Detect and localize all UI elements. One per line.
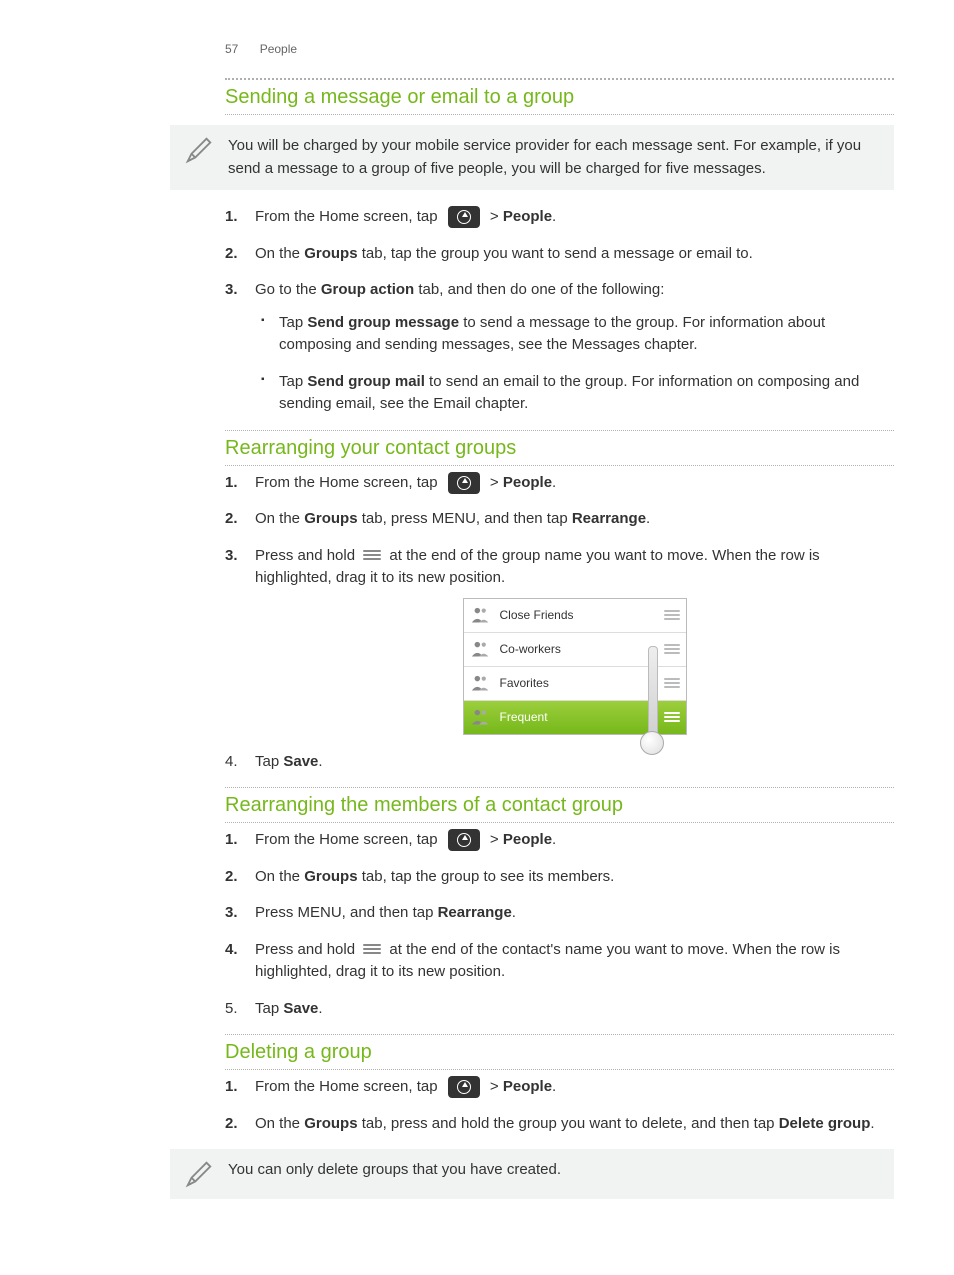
step-3: 3. Go to the Group action tab, and then … [225,279,894,416]
bullet-2: Tap Send group mail to send an email to … [255,371,894,416]
section-rearranging-groups: Rearranging your contact groups 1. From … [60,430,894,774]
page-number: 57 [225,42,238,56]
step-2: 2. On the Groups tab, tap the group you … [225,243,894,266]
note-text: You will be charged by your mobile servi… [228,135,880,180]
step-2: 2. On the Groups tab, press and hold the… [225,1113,894,1136]
group-label: Favorites [500,674,664,692]
section-title: Deleting a group [225,1037,378,1067]
apps-icon [448,829,480,851]
drag-handle-icon [664,712,680,722]
pencil-icon [184,135,214,165]
step-1: 1. From the Home screen, tap > People. [225,829,894,852]
step-2: 2. On the Groups tab, tap the group to s… [225,866,894,889]
group-label: Co-workers [500,640,664,658]
section-deleting-group: Deleting a group 1. From the Home screen… [60,1034,894,1199]
step-4: 4. Press and hold at the end of the cont… [225,939,894,984]
drag-handle-icon [664,678,680,688]
group-icon [470,640,492,658]
step-1: 1. From the Home screen, tap > People. [225,206,894,229]
step-5: 5. Tap Save. [225,998,894,1021]
apps-icon [448,206,480,228]
note-text: You can only delete groups that you have… [228,1159,880,1182]
section-title: Rearranging your contact groups [225,433,522,463]
group-label: Frequent [500,708,664,726]
chapter-name: People [260,42,297,56]
apps-icon [448,472,480,494]
page-header: 57 People [60,40,894,58]
groups-list-screenshot: Close Friends Co-workers Favorites [463,598,687,735]
step-2: 2. On the Groups tab, press MENU, and th… [225,508,894,531]
group-icon [470,606,492,624]
step-3: 3. Press and hold at the end of the grou… [225,545,894,735]
group-row-selected: Frequent [464,701,686,734]
group-icon [470,708,492,726]
drag-handle-icon [664,644,680,654]
apps-icon [448,1076,480,1098]
note-block: You will be charged by your mobile servi… [170,125,894,190]
drag-handle-icon [664,610,680,620]
step-1: 1. From the Home screen, tap > People. [225,1076,894,1099]
section-title: Rearranging the members of a contact gro… [225,790,629,820]
step-1: 1. From the Home screen, tap > People. [225,472,894,495]
group-row: Close Friends [464,599,686,633]
step-3: 3. Press MENU, and then tap Rearrange. [225,902,894,925]
section-title: Sending a message or email to a group [225,82,580,112]
section-sending-message: Sending a message or email to a group Yo… [60,78,894,416]
group-icon [470,674,492,692]
group-label: Close Friends [500,606,664,624]
bullet-1: Tap Send group message to send a message… [255,312,894,357]
drag-handle-icon [363,944,381,956]
pencil-icon [184,1159,214,1189]
section-rearranging-members: Rearranging the members of a contact gro… [60,787,894,1020]
step-4: 4. Tap Save. [225,751,894,774]
note-block: You can only delete groups that you have… [170,1149,894,1199]
drag-handle-icon [363,550,381,562]
